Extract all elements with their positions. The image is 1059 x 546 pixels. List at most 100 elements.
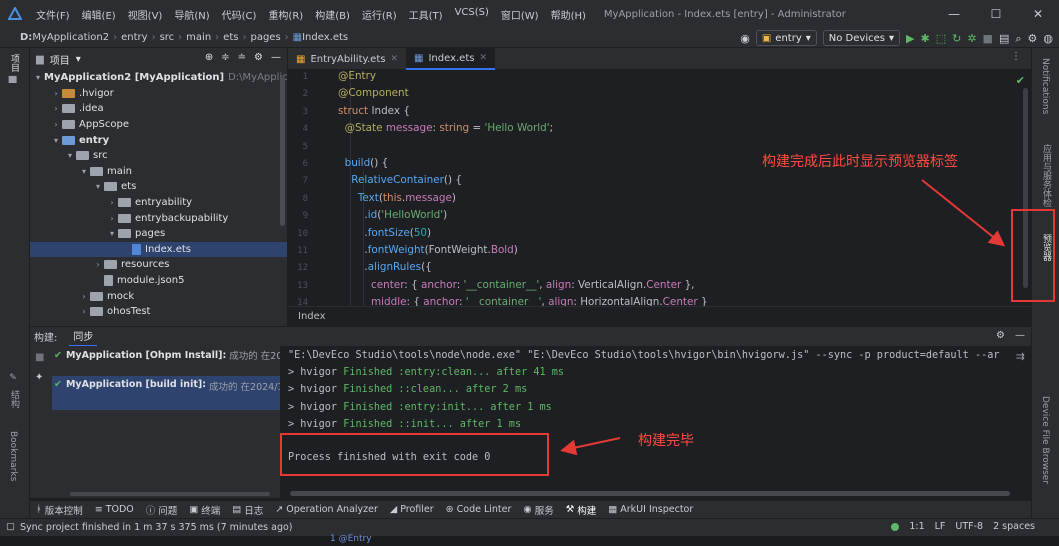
status-indicator-icon[interactable]	[891, 522, 900, 531]
menu-item[interactable]: 重构(R)	[262, 7, 309, 22]
tool-window-button[interactable]: ⓘ 问题	[140, 503, 184, 517]
tool-window-button[interactable]: ↗ Operation Analyzer	[269, 504, 384, 515]
search-icon[interactable]: ⌕	[1015, 33, 1021, 44]
tree-item[interactable]: › entryability	[30, 195, 287, 211]
bookmarks-tool-button[interactable]: Bookmarks	[8, 431, 18, 481]
hide-icon[interactable]: —	[271, 52, 281, 63]
app-service-tool-button[interactable]: 应用与服务体检	[1040, 144, 1053, 207]
chevron-right-icon[interactable]: ›	[78, 292, 90, 301]
build-item[interactable]: ✔ MyApplication [Ohpm Install]: 成功的 在202…	[52, 346, 280, 364]
tree-item[interactable]: ▾ src	[30, 148, 287, 164]
close-tab-icon[interactable]: ✕	[390, 54, 398, 64]
tree-item[interactable]: Index.ets	[30, 241, 287, 258]
debug-icon[interactable]: ✱	[920, 33, 929, 44]
tab-sync[interactable]: 同步	[69, 327, 98, 347]
breadcrumb-item[interactable]: pages	[250, 32, 280, 43]
chevron-right-icon[interactable]: ›	[92, 260, 104, 269]
notifications-tool-button[interactable]: Notifications	[1040, 58, 1050, 114]
profile-icon[interactable]: ✲	[967, 33, 976, 44]
structure-tool-button[interactable]: 结构	[8, 390, 21, 408]
breadcrumb-item[interactable]: main	[186, 32, 211, 43]
attach-icon[interactable]: ⬚	[936, 33, 946, 44]
tool-window-button[interactable]: ▤ 日志	[226, 503, 269, 517]
chevron-down-icon[interactable]: ▾	[92, 182, 104, 191]
breadcrumb-item[interactable]: MyApplication2	[32, 32, 109, 43]
menu-item[interactable]: 工具(T)	[403, 7, 449, 22]
chevron-down-icon[interactable]: ▾	[106, 229, 118, 238]
close-tab-icon[interactable]: ✕	[479, 53, 487, 63]
menu-item[interactable]: 文件(F)	[30, 7, 76, 22]
status-message[interactable]: Sync project finished in 1 m 37 s 375 ms…	[0, 522, 293, 533]
menu-item[interactable]: 视图(V)	[122, 7, 169, 22]
menu-item[interactable]: 编辑(E)	[76, 7, 122, 22]
layout-icon[interactable]: ▢	[6, 521, 15, 532]
chevron-right-icon[interactable]: ›	[50, 120, 62, 129]
gear-icon[interactable]: ⚙	[1028, 33, 1038, 44]
stop-icon[interactable]: ■	[983, 33, 993, 44]
device-dropdown[interactable]: No Devices ▾	[822, 30, 900, 46]
chevron-right-icon[interactable]: ›	[106, 198, 118, 207]
build-tree-scrollbar[interactable]	[70, 492, 270, 496]
caret-position[interactable]: 1:1	[909, 521, 924, 532]
menu-item[interactable]: 运行(R)	[356, 7, 403, 22]
line-separator[interactable]: LF	[935, 521, 946, 532]
tree-item[interactable]: ▾ entry	[30, 132, 287, 148]
chevron-right-icon[interactable]: ›	[50, 104, 62, 113]
chevron-down-icon[interactable]: ▾	[36, 73, 40, 82]
expand-all-icon[interactable]: ≑	[221, 52, 229, 63]
device-file-browser-button[interactable]: Device File Browser	[1040, 396, 1050, 484]
more-tabs-icon[interactable]: ⋮	[1011, 51, 1021, 62]
close-icon[interactable]: ✕	[1017, 0, 1059, 28]
collapse-all-icon[interactable]: ≐	[238, 52, 246, 63]
inspection-ok-icon[interactable]: ✔	[1016, 74, 1025, 87]
pin-icon[interactable]: ✎	[8, 373, 18, 383]
chevron-right-icon[interactable]: ›	[78, 307, 90, 316]
stop-icon[interactable]: ■	[35, 352, 44, 363]
run-config-dropdown[interactable]: ▣ entry ▾	[755, 30, 817, 46]
tree-item[interactable]: ▾ pages	[30, 226, 287, 242]
breadcrumb-item[interactable]: ets	[223, 32, 238, 43]
tool-window-button[interactable]: ◉ 服务	[517, 503, 559, 517]
tree-item[interactable]: ▾ ets	[30, 179, 287, 195]
tab-entryability[interactable]: ▦ EntryAbility.ets ✕	[288, 48, 406, 70]
run-icon[interactable]: ▶	[906, 33, 914, 44]
tab-index[interactable]: ▦ Index.ets ✕	[406, 48, 496, 70]
pin-icon[interactable]: ✦	[35, 372, 43, 383]
tool-window-button[interactable]: ≡ TODO	[89, 504, 140, 515]
tree-item[interactable]: › AppScope	[30, 117, 287, 133]
menu-item[interactable]: 导航(N)	[168, 7, 215, 22]
hide-icon[interactable]: —	[1015, 330, 1025, 341]
tree-item[interactable]: › entrybackupability	[30, 210, 287, 226]
chevron-down-icon[interactable]: ▾	[50, 136, 62, 145]
minimize-icon[interactable]: —	[933, 0, 975, 28]
chevron-right-icon[interactable]: ›	[106, 214, 118, 223]
breadcrumb-item[interactable]: entry	[121, 32, 147, 43]
tool-window-button[interactable]: ᚼ 版本控制	[30, 503, 89, 517]
breadcrumb-item[interactable]: Index.ets	[302, 32, 348, 43]
chevron-right-icon[interactable]: ›	[50, 89, 62, 98]
project-view-dropdown[interactable]: 项目	[50, 52, 70, 67]
tool-window-button[interactable]: ◢ Profiler	[384, 504, 440, 515]
locate-icon[interactable]: ⊕	[205, 52, 213, 63]
file-encoding[interactable]: UTF-8	[955, 521, 983, 532]
menu-item[interactable]: 构建(B)	[309, 7, 356, 22]
tree-item[interactable]: › resources	[30, 257, 287, 273]
console-scrollbar[interactable]	[290, 491, 1010, 496]
soft-wrap-icon[interactable]: ⇉	[1016, 350, 1025, 363]
gear-icon[interactable]: ⚙	[996, 330, 1005, 341]
menu-item[interactable]: 帮助(H)	[545, 7, 592, 22]
editor-breadcrumb[interactable]: Index	[288, 306, 1031, 326]
tree-item[interactable]: › .hvigor	[30, 86, 287, 102]
tool-window-button[interactable]: ⊛ Code Linter	[440, 504, 518, 515]
chevron-down-icon[interactable]: ▾	[76, 54, 81, 65]
reload-icon[interactable]: ↻	[952, 33, 961, 44]
breadcrumb-item[interactable]: D:	[20, 32, 32, 43]
gear-icon[interactable]: ⚙	[254, 52, 263, 63]
indent-setting[interactable]: 2 spaces	[993, 521, 1035, 532]
project-scrollbar[interactable]	[280, 76, 285, 226]
menu-item[interactable]: 窗口(W)	[495, 7, 545, 22]
tree-item[interactable]: ▾ MyApplication2 [MyApplication] D:\MyAppl…	[30, 70, 287, 86]
project-tool-button[interactable]: 项目	[8, 54, 21, 72]
tool-window-button[interactable]: ▦ ArkUI Inspector	[602, 504, 699, 515]
target-icon[interactable]: ◉	[740, 33, 750, 44]
